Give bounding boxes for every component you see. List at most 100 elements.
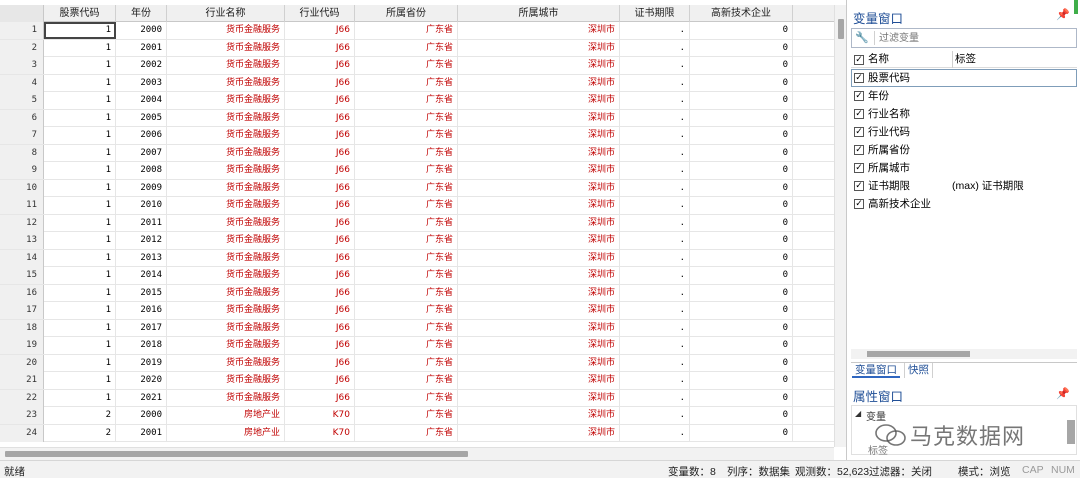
table-row[interactable]: 20 1 2019 货币金融服务 J66 广东省 深圳市. 0 <box>0 354 834 372</box>
column-header[interactable]: 行业代码 <box>285 5 355 22</box>
table-cell[interactable]: 货币金融服务 <box>167 372 285 389</box>
table-cell[interactable]: 0 <box>690 284 793 302</box>
table-row[interactable]: 17 1 2016 货币金融服务 J66 广东省 深圳市. 0 <box>0 302 834 320</box>
table-cell[interactable]: 0 <box>690 92 793 109</box>
table-cell[interactable]: 货币金融服务 <box>167 57 285 74</box>
table-cell[interactable]: 0 <box>690 197 793 214</box>
table-cell[interactable]: 0 <box>690 319 793 337</box>
table-cell[interactable]: 货币金融服务 <box>167 179 285 197</box>
table-cell[interactable]: 1 <box>44 284 116 302</box>
table-cell[interactable]: . <box>620 39 690 57</box>
variable-list-item[interactable]: ✓ 股票代码 <box>851 69 1077 87</box>
table-cell[interactable]: 广东省 <box>355 407 458 424</box>
table-cell[interactable]: 深圳市 <box>458 92 620 109</box>
row-number[interactable]: 23 <box>0 407 44 424</box>
table-cell[interactable]: 广东省 <box>355 179 458 197</box>
variable-checkbox[interactable]: ✓ <box>854 109 864 119</box>
table-cell[interactable]: 1 <box>44 337 116 354</box>
table-cell[interactable]: 广东省 <box>355 197 458 214</box>
row-number[interactable]: 1 <box>0 22 44 39</box>
table-cell[interactable]: . <box>620 57 690 74</box>
table-cell[interactable]: 深圳市 <box>458 57 620 74</box>
table-cell[interactable]: 货币金融服务 <box>167 127 285 144</box>
table-cell[interactable]: 2000 <box>116 22 167 39</box>
row-number[interactable]: 8 <box>0 144 44 162</box>
table-cell[interactable]: 1 <box>44 319 116 337</box>
table-cell[interactable]: 2003 <box>116 74 167 92</box>
table-cell[interactable]: . <box>620 354 690 372</box>
table-cell[interactable]: . <box>620 214 690 232</box>
variable-checkbox[interactable]: ✓ <box>854 145 864 155</box>
column-header[interactable]: 高新技术企业 <box>690 5 793 22</box>
collapse-icon[interactable]: ◢ <box>855 409 861 418</box>
table-cell[interactable]: 货币金融服务 <box>167 302 285 319</box>
table-cell[interactable]: . <box>620 249 690 267</box>
column-header[interactable]: 年份 <box>116 5 167 22</box>
table-cell[interactable]: 广东省 <box>355 319 458 337</box>
table-cell[interactable]: 2019 <box>116 354 167 372</box>
table-cell[interactable]: . <box>620 267 690 284</box>
variable-checkbox[interactable]: ✓ <box>854 91 864 101</box>
table-cell[interactable]: 深圳市 <box>458 249 620 267</box>
table-row[interactable]: 13 1 2012 货币金融服务 J66 广东省 深圳市. 0 <box>0 232 834 250</box>
table-cell[interactable]: 0 <box>690 162 793 179</box>
table-cell[interactable]: 房地产业 <box>167 424 285 442</box>
table-cell[interactable]: . <box>620 302 690 319</box>
table-cell[interactable]: 1 <box>44 214 116 232</box>
table-cell[interactable]: 2012 <box>116 232 167 249</box>
table-cell[interactable]: 0 <box>690 302 793 319</box>
table-cell[interactable]: 深圳市 <box>458 179 620 197</box>
row-number[interactable]: 10 <box>0 179 44 197</box>
variable-list-item[interactable]: ✓ 证书期限 (max) 证书期限 <box>851 177 1077 195</box>
table-cell[interactable]: 广东省 <box>355 249 458 267</box>
properties-scroll-thumb[interactable] <box>1067 420 1075 444</box>
table-cell[interactable]: 1 <box>44 22 116 39</box>
table-cell[interactable]: J66 <box>285 284 355 302</box>
table-cell[interactable]: J66 <box>285 39 355 57</box>
table-cell[interactable]: 广东省 <box>355 92 458 109</box>
table-cell[interactable]: 货币金融服务 <box>167 232 285 249</box>
table-cell[interactable]: 深圳市 <box>458 407 620 424</box>
table-cell[interactable]: 2002 <box>116 57 167 74</box>
table-cell[interactable]: 货币金融服务 <box>167 284 285 302</box>
table-cell[interactable]: 1 <box>44 92 116 109</box>
table-cell[interactable]: 货币金融服务 <box>167 39 285 57</box>
table-cell[interactable]: 广东省 <box>355 39 458 57</box>
table-cell[interactable]: 0 <box>690 127 793 144</box>
table-cell[interactable]: 1 <box>44 302 116 319</box>
table-cell[interactable]: 0 <box>690 179 793 197</box>
filter-variables-input[interactable] <box>874 31 1070 45</box>
table-cell[interactable]: 货币金融服务 <box>167 22 285 39</box>
row-number[interactable]: 15 <box>0 267 44 284</box>
table-cell[interactable]: 广东省 <box>355 372 458 389</box>
table-row[interactable]: 12 1 2011 货币金融服务 J66 广东省 深圳市. 0 <box>0 214 834 232</box>
table-cell[interactable]: 广东省 <box>355 57 458 74</box>
row-number[interactable]: 7 <box>0 127 44 144</box>
table-row[interactable]: 24 2 2001 房地产业 K70 广东省 深圳市. 0 <box>0 424 834 442</box>
table-cell[interactable]: . <box>620 74 690 92</box>
table-cell[interactable]: 广东省 <box>355 267 458 284</box>
variable-list-scrollbar[interactable] <box>851 349 1077 359</box>
table-cell[interactable]: J66 <box>285 267 355 284</box>
table-cell[interactable]: J66 <box>285 109 355 127</box>
table-cell[interactable]: 广东省 <box>355 144 458 162</box>
column-header[interactable]: 所属城市 <box>458 5 620 22</box>
table-cell[interactable]: K70 <box>285 407 355 424</box>
variable-list-scroll-thumb[interactable] <box>867 351 970 357</box>
variable-checkbox[interactable]: ✓ <box>854 163 864 173</box>
table-cell[interactable]: 深圳市 <box>458 389 620 407</box>
table-cell[interactable]: 2001 <box>116 424 167 442</box>
table-cell[interactable]: 广东省 <box>355 302 458 319</box>
row-number[interactable]: 12 <box>0 214 44 232</box>
table-cell[interactable]: . <box>620 127 690 144</box>
table-cell[interactable]: 2018 <box>116 337 167 354</box>
table-cell[interactable]: 深圳市 <box>458 39 620 57</box>
table-cell[interactable]: 深圳市 <box>458 372 620 389</box>
table-cell[interactable]: 0 <box>690 372 793 389</box>
table-cell[interactable]: 2009 <box>116 179 167 197</box>
table-cell[interactable]: 货币金融服务 <box>167 109 285 127</box>
table-cell[interactable]: J66 <box>285 319 355 337</box>
table-cell[interactable]: 广东省 <box>355 22 458 39</box>
horizontal-scroll-thumb[interactable] <box>5 451 468 457</box>
variable-checkbox[interactable]: ✓ <box>854 73 864 83</box>
